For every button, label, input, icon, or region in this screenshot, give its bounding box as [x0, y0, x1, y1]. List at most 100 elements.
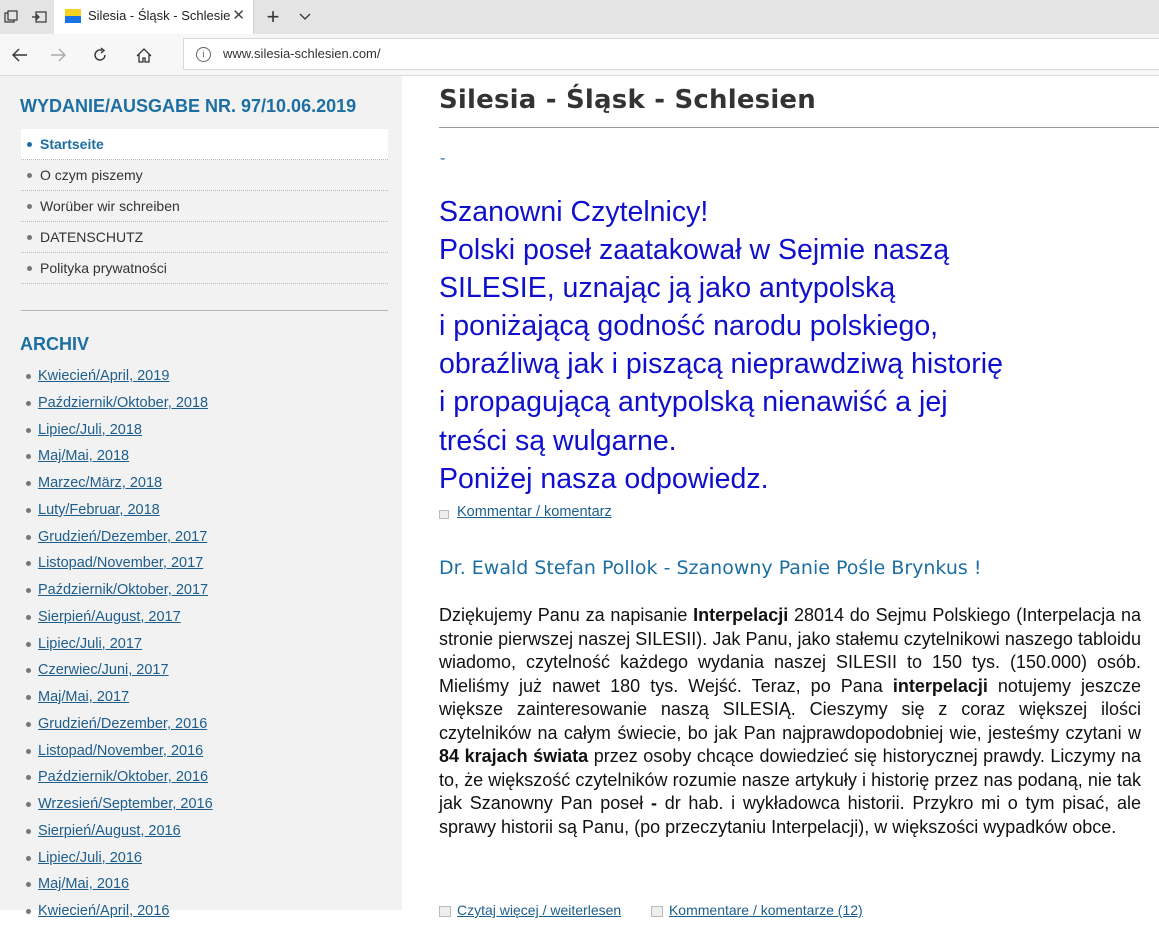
bullet-icon — [26, 882, 31, 888]
archive-link[interactable]: Kwiecień/April, 2016 — [38, 903, 169, 919]
headline-line: treści są wulgarne. — [439, 424, 677, 457]
bullet-icon — [26, 748, 31, 754]
sidebar-divider — [21, 310, 388, 311]
close-tab-icon[interactable]: ✕ — [232, 6, 245, 24]
menu-item-label: O czym piszemy — [40, 167, 143, 183]
refresh-icon[interactable] — [80, 34, 120, 76]
sidebar: WYDANIE/AUSGABE NR. 97/10.06.2019 Starts… — [0, 76, 402, 919]
tab-list-chevron-icon[interactable] — [292, 0, 318, 34]
archive-link[interactable]: Marzec/März, 2018 — [38, 475, 162, 491]
menu-item-o-czym-piszemy[interactable]: O czym piszemy — [21, 160, 388, 191]
tab-preview-icon[interactable] — [0, 0, 22, 34]
archive-link[interactable]: Październik/Oktober, 2018 — [38, 395, 208, 411]
archive-link[interactable]: Maj/Mai, 2016 — [38, 876, 129, 892]
article-body: Dziękujemy Panu za napisanie Interpelacj… — [439, 604, 1141, 839]
back-icon[interactable] — [0, 34, 40, 76]
archive-link[interactable]: Lipiec/Juli, 2017 — [38, 636, 142, 652]
menu-item-startseite[interactable]: Startseite — [21, 129, 388, 160]
bullet-icon — [26, 668, 31, 674]
menu-item-label: Worüber wir schreiben — [40, 198, 180, 214]
archive-link[interactable]: Grudzień/Dezember, 2017 — [38, 529, 207, 545]
menu-item-datenschutz[interactable]: DATENSCHUTZ — [21, 222, 388, 253]
bullet-icon — [26, 614, 31, 620]
headline: Szanowni Czytelnicy! Polski poseł zaatak… — [439, 193, 1139, 498]
active-tab[interactable]: Silesia - Śląsk - Schlesie ✕ — [54, 0, 254, 34]
bullet-icon — [27, 173, 32, 178]
bullet-icon — [27, 204, 32, 209]
archive-link[interactable]: Lipiec/Juli, 2016 — [38, 850, 142, 866]
bullet-icon — [26, 400, 31, 406]
comments-icon — [650, 905, 663, 917]
bullet-icon — [27, 142, 32, 147]
bullet-icon — [27, 266, 32, 271]
bullet-icon — [26, 534, 31, 540]
archive-link[interactable]: Maj/Mai, 2017 — [38, 689, 129, 705]
headline-line: Polski poseł zaatakował w Sejmie naszą — [439, 234, 950, 267]
menu-item-label: DATENSCHUTZ — [40, 229, 144, 245]
headline-line: Szanowni Czytelnicy! — [439, 196, 709, 228]
archive-link[interactable]: Kwiecień/April, 2019 — [38, 368, 169, 384]
menu-item-woruber-wir-schreiben[interactable]: Worüber wir schreiben — [21, 191, 388, 222]
bullet-icon — [26, 588, 31, 593]
new-tab-button[interactable]: + — [260, 0, 286, 34]
bullet-icon — [26, 507, 31, 513]
home-icon[interactable] — [124, 34, 164, 76]
edition-title: WYDANIE/AUSGABE NR. 97/10.06.2019 — [20, 96, 357, 116]
read-more-link[interactable]: Czytaj więcej / weiterlesen — [457, 902, 621, 918]
bullet-icon — [26, 481, 31, 486]
archive-link[interactable]: Luty/Februar, 2018 — [38, 502, 160, 518]
archive-link[interactable]: Maj/Mai, 2018 — [38, 448, 129, 464]
archive-link[interactable]: Sierpień/August, 2016 — [38, 823, 181, 839]
silesia-flag-icon — [65, 9, 81, 23]
bullet-icon — [26, 561, 31, 567]
headline-line: SILESIE, uznając ją jako antypolską — [439, 272, 896, 305]
bullet-icon — [26, 721, 31, 727]
article-text: Dziękujemy Panu za napisanie — [439, 605, 694, 625]
menu-item-label: Startseite — [40, 136, 104, 152]
headline-line: i poniżającą godność narodu polskiego, — [439, 310, 939, 343]
comment-link[interactable]: Kommentar / komentarz — [457, 504, 612, 520]
main-menu: Startseite O czym piszemy Worüber wir sc… — [21, 129, 388, 284]
bullet-icon — [27, 235, 32, 240]
archive-link[interactable]: Sierpień/August, 2017 — [38, 609, 181, 625]
archive-link[interactable]: Czerwiec/Juni, 2017 — [38, 662, 169, 678]
read-more-icon — [439, 905, 451, 917]
headline-line: Poniżej nasza odpowiedz. — [439, 462, 769, 495]
tab-bar: Silesia - Śląsk - Schlesie ✕ + — [0, 0, 1159, 34]
archive-link[interactable]: Listopad/November, 2017 — [38, 555, 203, 571]
main-content: Silesia - Śląsk - Schlesien - Szanowni C… — [402, 76, 1159, 918]
comment-icon — [439, 510, 449, 519]
headline-line: obraźliwą jak i piszącą nieprawdziwą his… — [439, 348, 1003, 381]
headline-line: i propagującą antypolską nienawiść a jej — [439, 386, 948, 419]
article-bold-text: Interpelacji — [693, 605, 789, 625]
site-title: Silesia - Śląsk - Schlesien — [439, 85, 816, 115]
article-title[interactable]: Dr. Ewald Stefan Pollok - Szanowny Panie… — [439, 557, 981, 579]
url-text: www.silesia-schlesien.com/ — [223, 46, 381, 61]
archive-link[interactable]: Lipiec/Juli, 2018 — [38, 422, 142, 438]
dash-text: - — [440, 150, 446, 167]
bullet-icon — [26, 374, 31, 379]
site-info-icon[interactable]: i — [196, 47, 211, 62]
menu-item-polityka-prywatnosci[interactable]: Polityka prywatności — [21, 253, 388, 284]
title-divider — [439, 127, 1159, 128]
bullet-icon — [26, 855, 31, 861]
archive-title: ARCHIV — [20, 334, 90, 354]
bullet-icon — [26, 695, 31, 700]
tab-title: Silesia - Śląsk - Schlesie — [88, 8, 231, 23]
comments-count-link[interactable]: Kommentare / komentarze (12) — [669, 902, 863, 918]
archive-link[interactable]: Wrzesień/September, 2016 — [38, 796, 213, 812]
article-bold-text: interpelacji — [892, 675, 988, 696]
bullet-icon — [26, 828, 31, 834]
bullet-icon — [26, 427, 31, 433]
menu-item-label: Polityka prywatności — [40, 260, 167, 276]
archive-link[interactable]: Październik/Oktober, 2016 — [38, 769, 208, 785]
archive-link[interactable]: Październik/Oktober, 2017 — [38, 582, 208, 598]
bullet-icon — [26, 775, 31, 781]
archive-link[interactable]: Listopad/November, 2016 — [38, 743, 203, 759]
forward-icon[interactable] — [38, 34, 78, 76]
set-aside-tabs-icon[interactable] — [26, 0, 52, 34]
url-field[interactable]: i www.silesia-schlesien.com/ — [183, 38, 1159, 70]
archive-link[interactable]: Grudzień/Dezember, 2016 — [38, 716, 207, 732]
address-bar: i www.silesia-schlesien.com/ — [0, 34, 1159, 76]
bullet-icon — [26, 641, 31, 647]
